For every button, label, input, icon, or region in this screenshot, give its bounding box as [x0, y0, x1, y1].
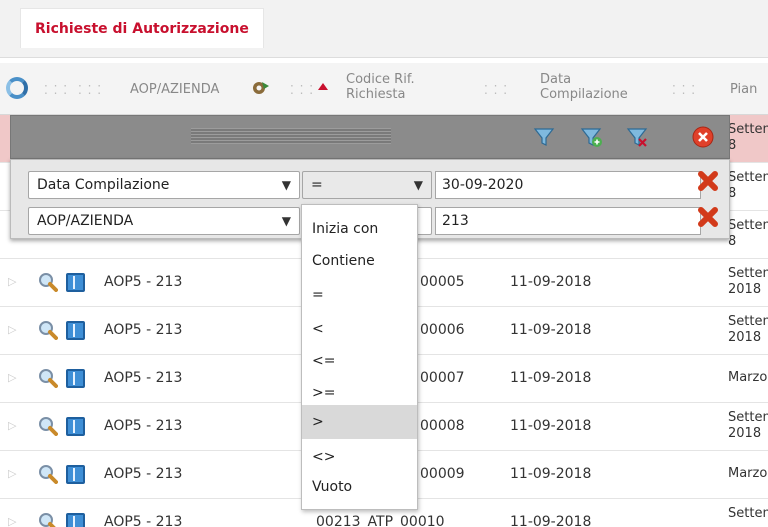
chevron-down-icon: ▼	[281, 178, 291, 192]
details-icon[interactable]	[66, 369, 85, 388]
column-header-aop[interactable]: AOP/AZIENDA	[130, 82, 219, 97]
filter-operator-select[interactable]: = ▼	[302, 171, 432, 199]
row-date: 11-09-2018	[510, 370, 592, 386]
row-date: 11-09-2018	[510, 514, 592, 527]
operator-option[interactable]: Inizia con	[302, 211, 417, 247]
filter-field-select[interactable]: Data Compilazione ▼	[28, 171, 300, 199]
grid-header: ⁚ ⁚ ⁚ ⁚ ⁚ ⁚ AOP/AZIENDA ⁚ ⁚ ⁚ Codice Rif…	[0, 63, 768, 115]
close-icon[interactable]	[691, 125, 715, 149]
add-filter-icon[interactable]	[579, 125, 603, 149]
operator-dropdown: Inizia con Contiene = < <= >= > <> Vuoto	[301, 204, 418, 510]
filter-value-input[interactable]: 213	[435, 207, 701, 235]
filter-field-value: Data Compilazione	[37, 177, 170, 193]
row-expand-icon[interactable]: ▷	[8, 323, 16, 336]
row-code: 00007	[420, 370, 465, 386]
column-header-codice[interactable]: Codice Rif. Richiesta	[346, 72, 415, 102]
row-aop: AOP5 - 213	[104, 514, 183, 527]
row-code: 00006	[420, 322, 465, 338]
operator-option[interactable]: Contiene	[302, 243, 417, 279]
row-plan: Marzo 2	[728, 466, 768, 481]
row-aop: AOP5 - 213	[104, 418, 183, 434]
magnifier-icon[interactable]	[38, 416, 58, 436]
row-aop: AOP5 - 213	[104, 274, 183, 290]
filter-field-value: AOP/AZIENDA	[37, 213, 134, 229]
row-expand-icon[interactable]: ▷	[8, 371, 16, 384]
row-code: 00008	[420, 418, 465, 434]
delete-filter-icon[interactable]	[697, 170, 719, 192]
row-plan: Settemb 2018	[728, 410, 768, 441]
row-plan: Marzo 2	[728, 370, 768, 385]
row-expand-icon[interactable]: ▷	[8, 275, 16, 288]
row-plan: Settemb 8	[728, 170, 768, 201]
details-icon[interactable]	[66, 465, 85, 484]
row-expand-icon[interactable]: ▷	[8, 515, 16, 527]
filter-toolbar	[10, 115, 730, 159]
row-code: 00213_ATP_00010	[316, 514, 445, 527]
chevron-down-icon: ▼	[281, 214, 291, 228]
magnifier-icon[interactable]	[38, 272, 58, 292]
details-icon[interactable]	[66, 417, 85, 436]
details-icon[interactable]	[66, 513, 85, 527]
row-date: 11-09-2018	[510, 418, 592, 434]
page: Richieste di Autorizzazione ⁚ ⁚ ⁚ ⁚ ⁚ ⁚ …	[0, 0, 768, 527]
remove-filter-icon[interactable]	[625, 125, 649, 149]
operator-option[interactable]: <=	[302, 343, 417, 379]
column-resize-handle[interactable]: ⁚ ⁚ ⁚	[78, 83, 102, 97]
row-aop: AOP5 - 213	[104, 370, 183, 386]
operator-option[interactable]: >	[302, 405, 417, 439]
row-plan: Settemb	[728, 506, 768, 521]
column-resize-handle[interactable]: ⁚ ⁚ ⁚	[484, 83, 508, 97]
row-plan: Settemb 2018	[728, 314, 768, 345]
magnifier-icon[interactable]	[38, 512, 58, 527]
column-resize-handle[interactable]: ⁚ ⁚ ⁚	[672, 83, 696, 97]
title-bar: Richieste di Autorizzazione	[0, 0, 768, 58]
column-resize-handle[interactable]: ⁚ ⁚ ⁚	[290, 83, 314, 97]
row-date: 11-09-2018	[510, 466, 592, 482]
filter-icon[interactable]	[532, 125, 556, 149]
details-icon[interactable]	[66, 321, 85, 340]
column-header-data[interactable]: Data Compilazione	[540, 72, 628, 102]
operator-option[interactable]: <	[302, 311, 417, 347]
details-icon[interactable]	[66, 273, 85, 292]
row-date: 11-09-2018	[510, 322, 592, 338]
row-aop: AOP5 - 213	[104, 322, 183, 338]
row-date: 11-09-2018	[510, 274, 592, 290]
operator-option[interactable]: Vuoto	[302, 469, 417, 505]
refresh-icon[interactable]	[6, 77, 28, 99]
row-code: 00009	[420, 466, 465, 482]
row-plan: Settemb 2018	[728, 266, 768, 297]
page-title-tab[interactable]: Richieste di Autorizzazione	[20, 8, 264, 48]
filter-field-select[interactable]: AOP/AZIENDA ▼	[28, 207, 300, 235]
row-expand-icon[interactable]: ▷	[8, 467, 16, 480]
sort-ascending-icon[interactable]	[318, 83, 328, 90]
row-plan: Settemb 8	[728, 218, 768, 249]
filter-value-input[interactable]: 30-09-2020	[435, 171, 701, 199]
gear-icon[interactable]	[250, 80, 270, 96]
row-code: 00005	[420, 274, 465, 290]
magnifier-icon[interactable]	[38, 464, 58, 484]
drag-handle[interactable]	[191, 128, 391, 144]
magnifier-icon[interactable]	[38, 320, 58, 340]
delete-filter-icon[interactable]	[697, 206, 719, 228]
row-aop: AOP5 - 213	[104, 466, 183, 482]
column-header-piano[interactable]: Pian	[730, 82, 757, 97]
chevron-down-icon: ▼	[413, 178, 423, 192]
column-resize-handle[interactable]: ⁚ ⁚ ⁚	[44, 83, 68, 97]
filter-operator-value: =	[311, 177, 323, 193]
operator-option[interactable]: =	[302, 277, 417, 313]
row-expand-icon[interactable]: ▷	[8, 419, 16, 432]
row-plan: Settemb 8	[728, 122, 768, 153]
magnifier-icon[interactable]	[38, 368, 58, 388]
